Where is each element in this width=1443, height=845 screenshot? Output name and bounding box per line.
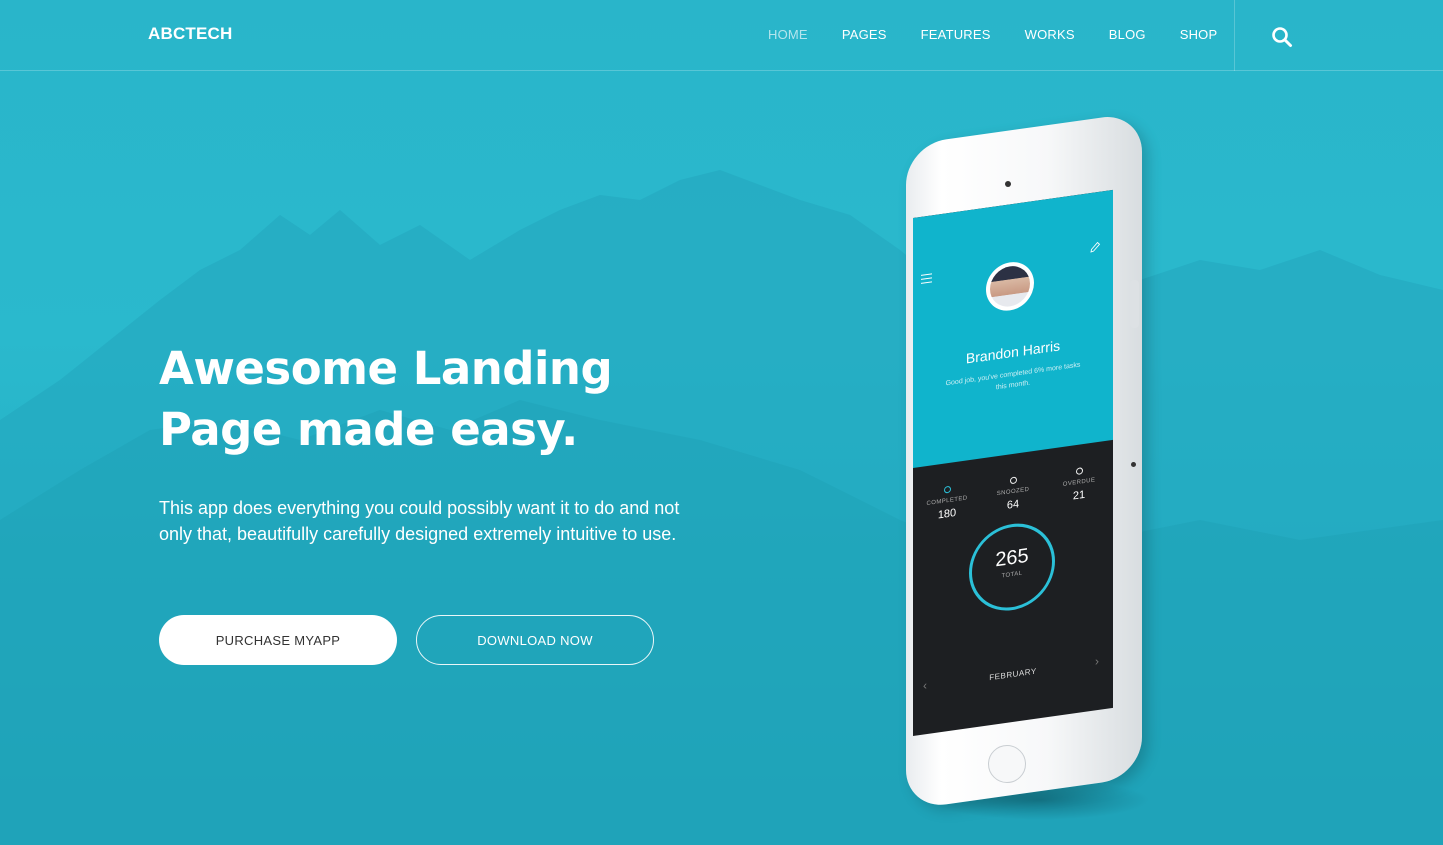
nav-item-pages[interactable]: PAGES: [842, 27, 887, 42]
nav-divider: [1234, 0, 1235, 71]
nav-item-works[interactable]: WORKS: [1025, 27, 1075, 42]
nav-menu: HOME PAGES FEATURES WORKS BLOG SHOP: [768, 27, 1251, 42]
nav-item-shop[interactable]: SHOP: [1180, 27, 1218, 42]
search-icon[interactable]: [1271, 26, 1293, 48]
download-button[interactable]: DOWNLOAD NOW: [416, 615, 654, 665]
brand-logo[interactable]: ABCTECH: [148, 24, 233, 44]
top-navbar: ABCTECH HOME PAGES FEATURES WORKS BLOG S…: [0, 0, 1443, 71]
hero-subtext: This app does everything you could possi…: [159, 498, 680, 544]
nav-item-blog[interactable]: BLOG: [1109, 27, 1146, 42]
hero-headline-line2: Page made easy.: [159, 403, 578, 456]
nav-item-home[interactable]: HOME: [768, 27, 808, 42]
hero-headline: Awesome Landing Page made easy.: [159, 338, 719, 460]
nav-item-features[interactable]: FEATURES: [921, 27, 991, 42]
hero-headline-line1: Awesome Landing: [159, 342, 613, 395]
purchase-button[interactable]: PURCHASE MYAPP: [159, 615, 397, 665]
